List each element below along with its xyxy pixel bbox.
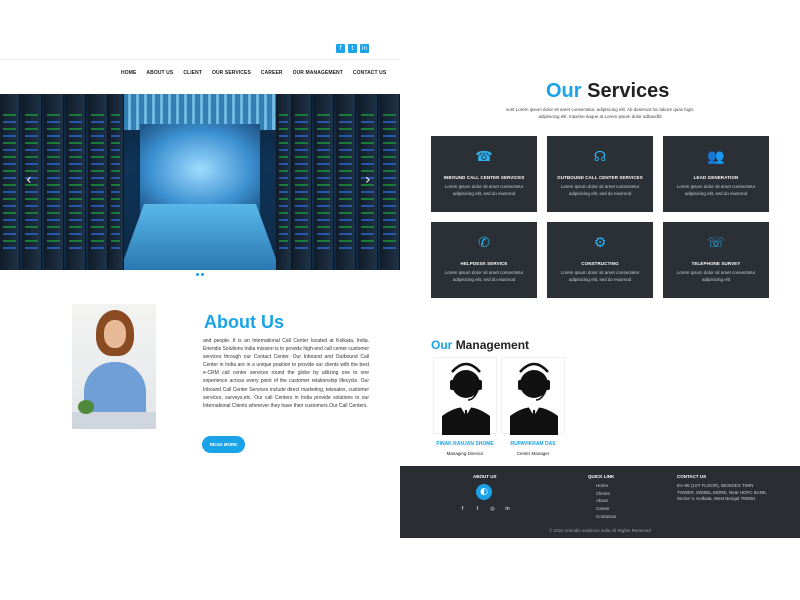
users-icon: 👥	[707, 149, 725, 165]
service-card-title: LEAD GENERATION	[693, 175, 739, 180]
person-headset-icon	[442, 362, 490, 435]
service-card-desc: Lorem ipsum dolor sit amet consectetur a…	[560, 184, 640, 196]
service-card-title: HELPDESK SERVICE	[460, 261, 508, 266]
service-card[interactable]: ✆ HELPDESK SERVICE Lorem ipsum dolor sit…	[431, 222, 537, 298]
header-divider	[0, 59, 400, 60]
footer-contact-heading: CONTACT US	[677, 474, 707, 479]
person-headset-icon	[510, 362, 558, 435]
service-card[interactable]: ⚙ CONSTRUCTING Lorem ipsum dolor sit ame…	[547, 222, 653, 298]
services-subtitle: sunt Lorem ipsum dolor sit amet consecte…	[505, 107, 695, 119]
main-nav: HOME ABOUT US CLIENT OUR SERVICES CAREER…	[121, 70, 386, 76]
footer-link-home[interactable]: Home	[596, 483, 616, 488]
site-footer: ABOUT US ◐ f t ◎ in QUICK LINK Home Clie…	[400, 466, 800, 538]
support-agent-icon: ☏	[707, 235, 725, 251]
service-card-desc: Lorem ipsum dolor sit amet consectetur a…	[444, 184, 524, 196]
twitter-icon[interactable]: t	[473, 505, 482, 514]
service-card[interactable]: 👥 LEAD GENERATION Lorem ipsum dolor sit …	[663, 136, 769, 212]
server-rack	[0, 94, 20, 270]
about-title: About Us	[204, 312, 284, 332]
nav-career[interactable]: CAREER	[261, 70, 283, 76]
nav-contact-us[interactable]: CONTACT US	[353, 70, 386, 76]
instagram-icon[interactable]: ◎	[488, 505, 497, 514]
slider-dots	[196, 273, 204, 276]
nav-our-services[interactable]: OUR SERVICES	[212, 70, 251, 76]
service-card-title: INBOUND CALL CENTER SERVICES	[443, 175, 525, 180]
server-rack	[44, 94, 64, 270]
slider-next-icon[interactable]: ›	[365, 172, 371, 188]
management-title-main: Management	[455, 338, 530, 352]
nav-home[interactable]: HOME	[121, 70, 136, 76]
service-card-desc: Lorem ipsum dolor sit amet consectetur a…	[676, 270, 756, 282]
slider-prev-icon[interactable]: ‹	[26, 172, 32, 188]
server-rack	[314, 94, 334, 270]
service-card[interactable]: ☎ INBOUND CALL CENTER SERVICES Lorem ips…	[431, 136, 537, 212]
nav-client[interactable]: CLIENT	[183, 70, 202, 76]
footer-logo[interactable]: ◐	[476, 484, 492, 500]
footer-quick-heading: QUICK LINK	[588, 474, 615, 479]
manager-avatar	[433, 357, 497, 435]
services-title-main: Services	[587, 80, 670, 102]
server-rack	[336, 94, 356, 270]
management-title: Our Management	[431, 338, 529, 352]
service-card-title: OUTBOUND CALL CENTER SERVICES	[557, 175, 643, 180]
headset-icon: ☎	[475, 149, 493, 165]
slider-dot[interactable]	[196, 273, 199, 276]
service-card-title: CONSTRUCTING	[581, 261, 619, 266]
photo-plant	[78, 400, 94, 414]
manager-role: Managing Director	[446, 451, 484, 456]
service-card-title: TELEPHONE SURVEY	[691, 261, 741, 266]
services-title: Our Services	[546, 80, 669, 103]
nav-about-us[interactable]: ABOUT US	[146, 70, 173, 76]
header-social-links: f t in	[336, 44, 369, 53]
server-rack	[108, 94, 124, 270]
hero-slider: ‹ ›	[0, 94, 400, 270]
about-text: and people. It is an International Call …	[203, 338, 369, 409]
linkedin-icon[interactable]: in	[360, 44, 369, 53]
footer-about-heading: ABOUT US	[473, 474, 497, 479]
service-card[interactable]: ☊ OUTBOUND CALL CENTER SERVICES Lorem ip…	[547, 136, 653, 212]
gear-icon: ⚙	[593, 235, 607, 251]
slider-dot[interactable]	[201, 273, 204, 276]
facebook-icon[interactable]: f	[458, 505, 467, 514]
footer-link-contactus[interactable]: Contactus	[596, 514, 616, 519]
photo-desk	[72, 412, 156, 429]
footer-link-clients[interactable]: Clients	[596, 491, 616, 496]
screenshot-canvas: f t in HOME ABOUT US CLIENT OUR SERVICES…	[0, 0, 800, 600]
footer-link-career[interactable]: Career	[596, 506, 616, 511]
server-rack	[88, 94, 108, 270]
service-card-desc: Lorem ipsum dolor sit amet consectetur a…	[676, 184, 756, 196]
manager-name: RUPAVIKRAM DAS	[510, 441, 556, 447]
footer-social-links: f t ◎ in	[458, 505, 512, 514]
read-more-button[interactable]: READ MORE	[202, 436, 245, 453]
footer-link-about[interactable]: About	[596, 498, 616, 503]
footer-copyright: © 2022 eriendis solutions india All Righ…	[549, 528, 651, 533]
management-title-accent: Our	[431, 338, 453, 352]
footer-quick-links: Home Clients About Career Contactus	[596, 483, 616, 519]
nav-our-management[interactable]: OUR MANAGEMENT	[293, 70, 343, 76]
server-rack	[380, 94, 400, 270]
service-card-desc: Lorem ipsum dolor sit amet consectetur a…	[560, 270, 640, 282]
hero-corridor	[140, 124, 260, 214]
facebook-icon[interactable]: f	[336, 44, 345, 53]
phone-icon: ✆	[478, 235, 490, 251]
photo-face	[104, 320, 126, 348]
twitter-icon[interactable]: t	[348, 44, 357, 53]
headphones-icon: ☊	[593, 149, 607, 165]
hero-floor	[120, 204, 280, 270]
services-title-accent: Our	[546, 80, 582, 102]
manager-role: Center Manager	[516, 451, 550, 456]
linkedin-icon[interactable]: in	[503, 505, 512, 514]
service-card[interactable]: ☏ TELEPHONE SURVEY Lorem ipsum dolor sit…	[663, 222, 769, 298]
manager-avatar	[501, 357, 565, 435]
manager-name: PINAK RANJAN SHOME	[436, 441, 494, 447]
service-card-desc: Lorem ipsum dolor sit amet consectetur a…	[444, 270, 524, 282]
server-rack	[22, 94, 42, 270]
about-photo	[72, 304, 156, 429]
server-rack	[276, 94, 292, 270]
server-rack	[66, 94, 86, 270]
footer-address: EA-96 (1ST FLOOR), BESIDES TWIN TOWER, W…	[677, 483, 768, 501]
server-rack	[292, 94, 312, 270]
